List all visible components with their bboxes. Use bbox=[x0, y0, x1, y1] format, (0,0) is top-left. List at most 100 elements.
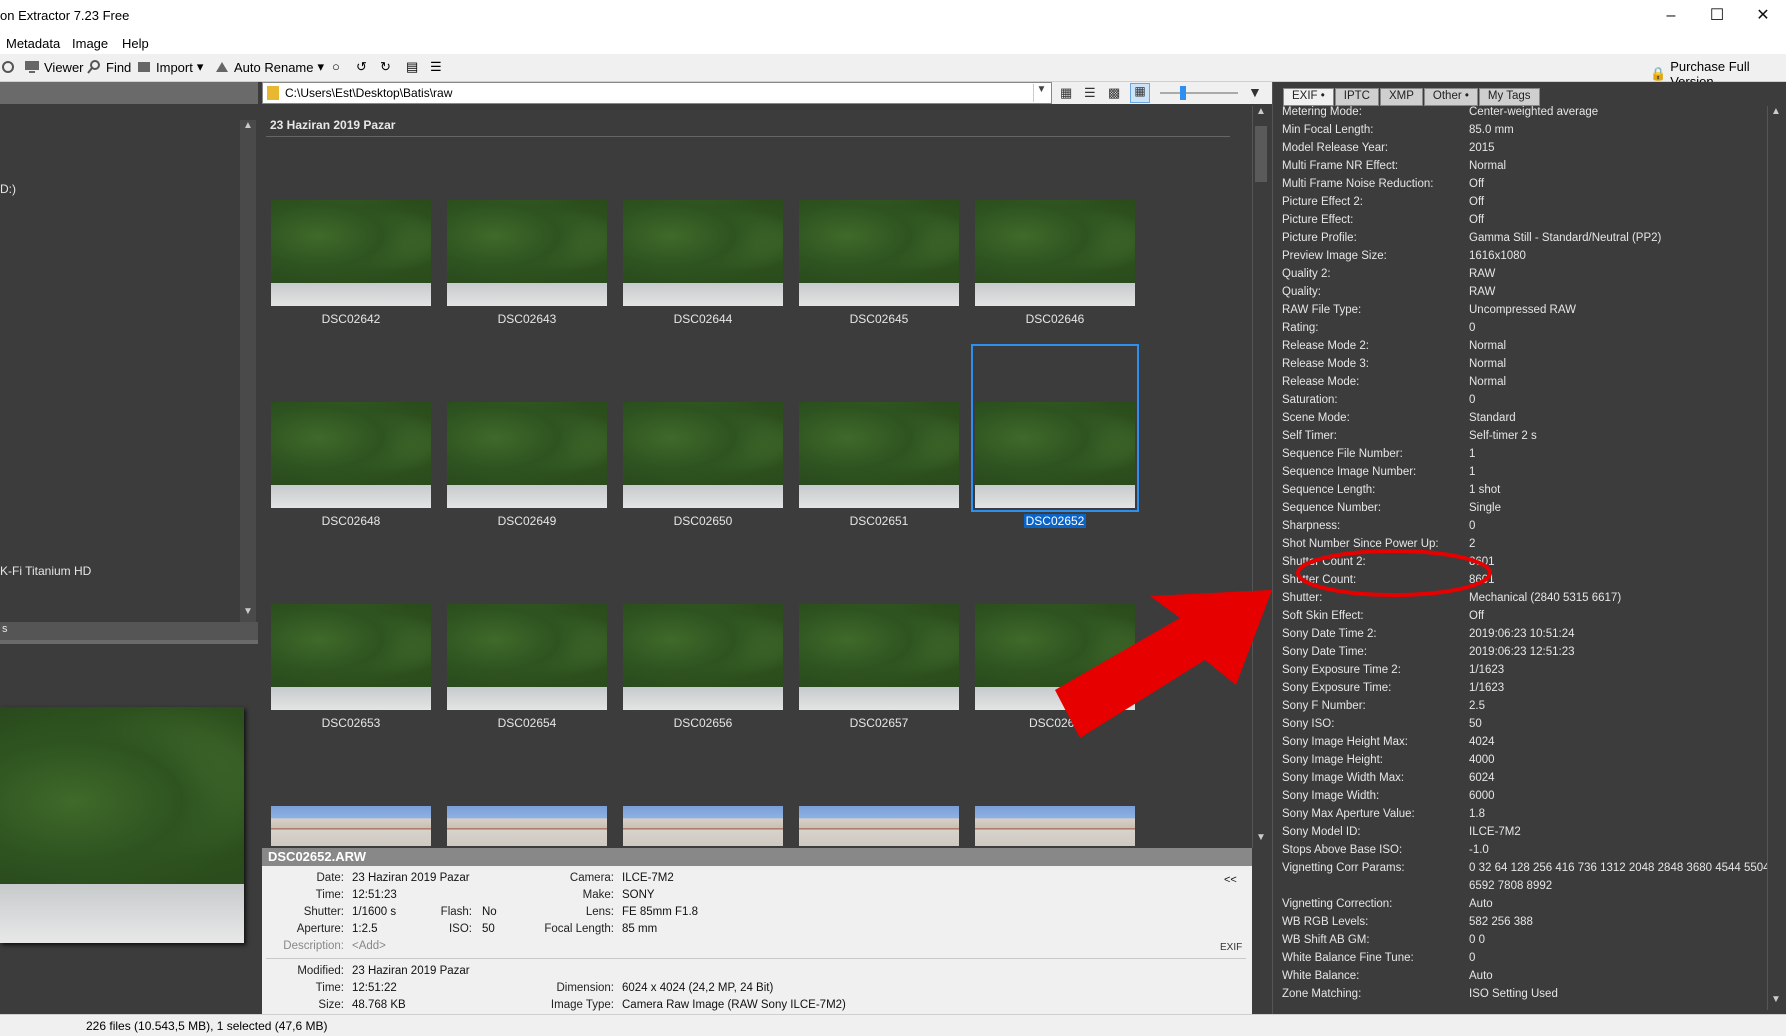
property-row[interactable]: Sequence Image Number: 1 bbox=[1273, 466, 1768, 484]
zoom-slider-thumb[interactable] bbox=[1180, 86, 1186, 100]
property-row[interactable]: Vignetting Correction: Auto bbox=[1273, 898, 1768, 916]
thumbnail-view-icon[interactable]: ▦ bbox=[1060, 85, 1072, 101]
splitter[interactable] bbox=[0, 640, 258, 644]
property-row[interactable]: Model Release Year: 2015 bbox=[1273, 142, 1768, 160]
property-row[interactable]: Sony Model ID: ILCE-7M2 bbox=[1273, 826, 1768, 844]
thumbnail-caption[interactable]: DSC02657 bbox=[799, 716, 959, 730]
zoom-slider[interactable] bbox=[1160, 92, 1238, 94]
large-view-icon[interactable]: ▦ bbox=[1130, 83, 1150, 103]
collapse-button[interactable]: << bbox=[1224, 874, 1237, 886]
scroll-up-icon[interactable]: ▲ bbox=[240, 120, 256, 136]
thumbnail-caption[interactable]: DSC0265 bbox=[975, 716, 1135, 730]
rotate-right-icon[interactable]: ↻ bbox=[380, 59, 391, 75]
close-icon[interactable]: ✕ bbox=[1740, 0, 1786, 32]
thumbnail-caption[interactable]: DSC02656 bbox=[623, 716, 783, 730]
property-row[interactable]: Multi Frame Noise Reduction: Off bbox=[1273, 178, 1768, 196]
property-row[interactable]: Sony Max Aperture Value: 1.8 bbox=[1273, 808, 1768, 826]
thumbnail-image[interactable] bbox=[975, 806, 1135, 846]
thumbnail-caption[interactable]: DSC02650 bbox=[623, 514, 783, 528]
property-row[interactable]: Picture Effect: Off bbox=[1273, 214, 1768, 232]
property-row[interactable]: Sequence File Number: 1 bbox=[1273, 448, 1768, 466]
filter-icon[interactable]: ▼ bbox=[1248, 84, 1262, 100]
property-row[interactable]: Sony F Number: 2.5 bbox=[1273, 700, 1768, 718]
menu-help[interactable]: Help bbox=[122, 36, 149, 51]
chevron-down-icon[interactable]: ▼ bbox=[1033, 84, 1049, 102]
drive-label[interactable]: D:) bbox=[0, 182, 16, 196]
property-row[interactable]: Rating: 0 bbox=[1273, 322, 1768, 340]
thumbnail-image[interactable] bbox=[271, 604, 431, 710]
property-row[interactable]: Shot Number Since Power Up: 2 bbox=[1273, 538, 1768, 556]
thumbnail-caption[interactable]: DSC02646 bbox=[975, 312, 1135, 326]
import-button[interactable]: Import ▾ bbox=[136, 59, 203, 75]
property-row[interactable]: Sony Image Width: 6000 bbox=[1273, 790, 1768, 808]
viewer-button[interactable]: Viewer bbox=[24, 59, 84, 75]
property-row[interactable]: Soft Skin Effect: Off bbox=[1273, 610, 1768, 628]
rotate-left-icon[interactable]: ↺ bbox=[356, 59, 367, 75]
maximize-icon[interactable]: ☐ bbox=[1694, 0, 1740, 32]
tab-exif[interactable]: EXIF • bbox=[1283, 88, 1334, 106]
property-row[interactable]: Picture Effect 2: Off bbox=[1273, 196, 1768, 214]
property-row[interactable]: Quality 2: RAW bbox=[1273, 268, 1768, 286]
property-row[interactable]: Sony Exposure Time: 1/1623 bbox=[1273, 682, 1768, 700]
thumbnail-image[interactable] bbox=[447, 604, 607, 710]
thumbnail-caption[interactable]: DSC02648 bbox=[271, 514, 431, 528]
thumbnail-image[interactable] bbox=[799, 806, 959, 846]
thumbnail-caption[interactable]: DSC02651 bbox=[799, 514, 959, 528]
scroll-down-icon[interactable]: ▼ bbox=[240, 606, 256, 622]
property-row[interactable]: Zone Matching: ISO Setting Used bbox=[1273, 988, 1768, 1006]
tab-my-tags[interactable]: My Tags bbox=[1478, 88, 1540, 106]
metadata-scrollbar[interactable]: ▲ ▼ bbox=[1767, 106, 1783, 1010]
property-row[interactable]: Picture Profile: Gamma Still - Standard/N… bbox=[1273, 232, 1768, 250]
auto-rename-button[interactable]: Auto Rename ▾ bbox=[214, 59, 324, 75]
property-row[interactable]: Shutter: Mechanical (2840 5315 6617) bbox=[1273, 592, 1768, 610]
property-row[interactable]: Sony Date Time: 2019:06:23 12:51:23 bbox=[1273, 646, 1768, 664]
property-row[interactable]: 6592 7808 8992 bbox=[1273, 880, 1768, 898]
menu-metadata[interactable]: Metadata bbox=[6, 36, 60, 51]
property-row[interactable]: Sony Image Width Max: 6024 bbox=[1273, 772, 1768, 790]
property-row[interactable]: Sony Exposure Time 2: 1/1623 bbox=[1273, 664, 1768, 682]
thumbnail-image[interactable] bbox=[623, 604, 783, 710]
property-row[interactable]: RAW File Type: Uncompressed RAW bbox=[1273, 304, 1768, 322]
left-tab[interactable]: s bbox=[2, 623, 8, 635]
property-row[interactable]: Sony Date Time 2: 2019:06:23 10:51:24 bbox=[1273, 628, 1768, 646]
thumbnail-image[interactable] bbox=[447, 806, 607, 846]
thumbnail-caption-selected[interactable]: DSC02652 bbox=[975, 514, 1135, 528]
property-row[interactable]: White Balance Fine Tune: 0 bbox=[1273, 952, 1768, 970]
thumbnail-image[interactable] bbox=[975, 604, 1135, 710]
thumbnail-caption[interactable]: DSC02643 bbox=[447, 312, 607, 326]
property-row[interactable]: Sequence Length: 1 shot bbox=[1273, 484, 1768, 502]
property-row[interactable]: Shutter Count: 8601 bbox=[1273, 574, 1768, 592]
find-button[interactable]: Find bbox=[86, 59, 131, 75]
property-row[interactable]: Release Mode 3: Normal bbox=[1273, 358, 1768, 376]
property-row[interactable]: Quality: RAW bbox=[1273, 286, 1768, 304]
thumbnail-caption[interactable]: DSC02644 bbox=[623, 312, 783, 326]
thumbnail-image[interactable] bbox=[623, 402, 783, 508]
property-row[interactable]: Release Mode: Normal bbox=[1273, 376, 1768, 394]
rotate-icon[interactable]: ○ bbox=[332, 59, 340, 74]
property-row[interactable]: Sequence Number: Single bbox=[1273, 502, 1768, 520]
property-row[interactable]: Sony ISO: 50 bbox=[1273, 718, 1768, 736]
tab-iptc[interactable]: IPTC bbox=[1334, 88, 1379, 106]
tab-other[interactable]: Other • bbox=[1423, 88, 1478, 106]
thumbnail-caption[interactable]: DSC02649 bbox=[447, 514, 607, 528]
property-row[interactable]: Saturation: 0 bbox=[1273, 394, 1768, 412]
tab-xmp[interactable]: XMP bbox=[1380, 88, 1423, 106]
scroll-up-icon[interactable]: ▲ bbox=[1768, 106, 1784, 122]
settings-icon[interactable] bbox=[0, 59, 16, 75]
property-row[interactable]: Min Focal Length: 85.0 mm bbox=[1273, 124, 1768, 142]
menu-image[interactable]: Image bbox=[72, 36, 108, 51]
thumbnail-image[interactable] bbox=[447, 200, 607, 306]
property-row[interactable]: Vignetting Corr Params: 0 32 64 128 256 4… bbox=[1273, 862, 1770, 880]
property-row[interactable]: Multi Frame NR Effect: Normal bbox=[1273, 160, 1768, 178]
property-row[interactable]: White Balance: Auto bbox=[1273, 970, 1768, 988]
thumbnail-image[interactable] bbox=[447, 402, 607, 508]
property-row[interactable]: Stops Above Base ISO: -1.0 bbox=[1273, 844, 1768, 862]
property-row[interactable]: Sharpness: 0 bbox=[1273, 520, 1768, 538]
thumbnail-image[interactable] bbox=[271, 806, 431, 846]
thumbnail-image-selected[interactable] bbox=[975, 402, 1135, 508]
columns-view-icon[interactable]: ▩ bbox=[1108, 85, 1120, 101]
scroll-thumb[interactable] bbox=[1255, 126, 1267, 182]
audio-device-label[interactable]: K-Fi Titanium HD bbox=[0, 564, 91, 578]
property-row[interactable]: Shutter Count 2: 8601 bbox=[1273, 556, 1768, 574]
thumbnail-image[interactable] bbox=[799, 200, 959, 306]
